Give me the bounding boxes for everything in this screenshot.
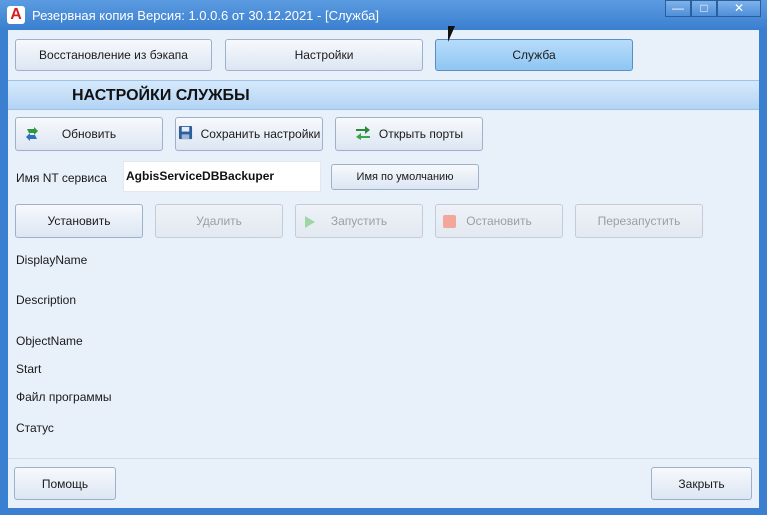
- stop-service-button[interactable]: Остановить: [435, 204, 563, 238]
- tab-label: Служба: [512, 48, 556, 62]
- description-label: Description: [16, 293, 77, 307]
- refresh-icon: [24, 126, 40, 145]
- object-name-label: ObjectName: [16, 334, 83, 348]
- remove-label: Удалить: [196, 214, 242, 228]
- minimize-button[interactable]: —: [665, 0, 691, 17]
- tab-settings[interactable]: Настройки: [225, 39, 423, 71]
- app-logo-icon: A: [7, 6, 25, 24]
- section-title: НАСТРОЙКИ СЛУЖБЫ: [72, 87, 250, 104]
- restart-service-button[interactable]: Перезапустить: [575, 204, 703, 238]
- display-name-label: DisplayName: [16, 253, 88, 267]
- stop-label: Остановить: [466, 214, 532, 228]
- close-button[interactable]: Закрыть: [651, 467, 752, 500]
- refresh-button[interactable]: Обновить: [15, 117, 163, 151]
- save-settings-button[interactable]: Сохранить настройки: [175, 117, 323, 151]
- tab-label: Настройки: [294, 48, 354, 62]
- mouse-cursor-icon: [448, 26, 455, 42]
- help-label: Помощь: [41, 476, 89, 491]
- footer-bar: Помощь Закрыть: [8, 458, 759, 508]
- start-service-button[interactable]: Запустить: [295, 204, 423, 238]
- restart-label: Перезапустить: [597, 214, 681, 228]
- close-window-button[interactable]: ✕: [717, 0, 761, 17]
- start-label: Запустить: [330, 214, 388, 228]
- install-label: Установить: [47, 214, 111, 228]
- program-file-label: Файл программы: [16, 390, 112, 404]
- default-name-label: Имя по умолчанию: [356, 171, 454, 183]
- window-controls: — □ ✕: [665, 0, 761, 20]
- app-window: A Резервная копия Версия: 1.0.0.6 от 30.…: [0, 0, 767, 515]
- nt-service-label: Имя NT сервиса: [16, 171, 107, 185]
- open-ports-button[interactable]: Открыть порты: [335, 117, 483, 151]
- open-ports-label: Открыть порты: [378, 127, 464, 141]
- refresh-label: Обновить: [61, 127, 117, 141]
- client-area: Восстановление из бэкапа Настройки Служб…: [8, 30, 759, 508]
- default-name-button[interactable]: Имя по умолчанию: [331, 164, 479, 190]
- maximize-button[interactable]: □: [691, 0, 717, 17]
- tab-restore-backup[interactable]: Восстановление из бэкапа: [15, 39, 212, 71]
- save-settings-label: Сохранить настройки: [200, 127, 321, 141]
- tab-label: Восстановление из бэкапа: [39, 48, 188, 62]
- close-label: Закрыть: [678, 476, 725, 491]
- section-header: НАСТРОЙКИ СЛУЖБЫ: [8, 80, 759, 110]
- status-label: Статус: [16, 421, 54, 435]
- ports-arrows-icon: [355, 125, 371, 143]
- nt-service-name-field[interactable]: AgbisServiceDBBackuper: [123, 161, 321, 192]
- install-service-button[interactable]: Установить: [15, 204, 143, 238]
- help-button[interactable]: Помощь: [14, 467, 116, 500]
- start-type-label: Start: [16, 362, 42, 376]
- tab-service[interactable]: Служба: [435, 39, 633, 71]
- remove-service-button[interactable]: Удалить: [155, 204, 283, 238]
- stop-icon: [443, 215, 456, 231]
- title-bar[interactable]: A Резервная копия Версия: 1.0.0.6 от 30.…: [0, 0, 767, 30]
- save-disk-icon: [178, 125, 193, 143]
- play-icon: [304, 216, 316, 231]
- window-title: Резервная копия Версия: 1.0.0.6 от 30.12…: [32, 8, 380, 23]
